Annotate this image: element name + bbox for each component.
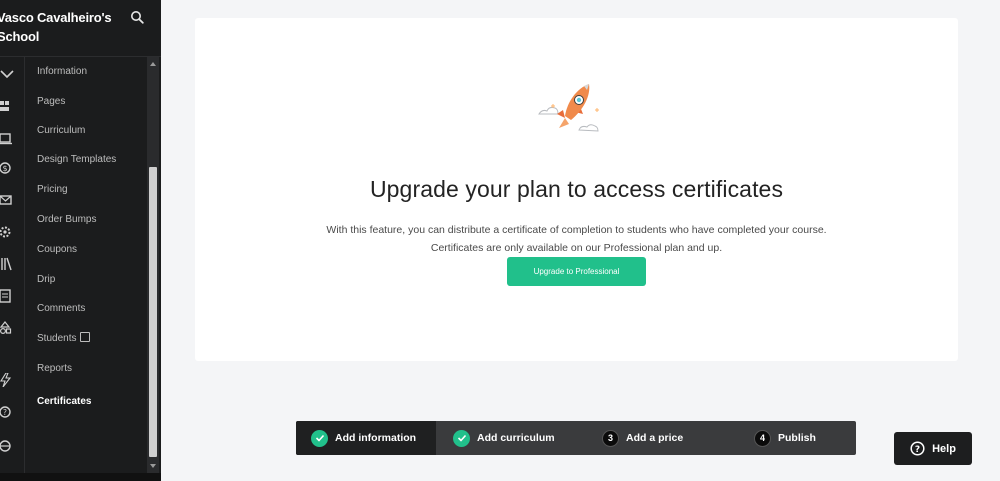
sidebar-scrollbar[interactable]	[147, 57, 159, 473]
lightning-icon[interactable]	[0, 373, 14, 387]
sidebar-bottom-bar	[0, 473, 161, 481]
lock-icon[interactable]	[0, 439, 14, 453]
nav-item-information[interactable]: Information	[37, 65, 87, 79]
nav-item-design-templates[interactable]: Design Templates	[37, 153, 116, 167]
course-nav: Information Pages Curriculum Design Temp…	[25, 57, 147, 481]
main-content: Upgrade your plan to access certificates…	[161, 0, 1000, 481]
scroll-thumb[interactable]	[149, 167, 157, 457]
nav-item-order-bumps[interactable]: Order Bumps	[37, 213, 96, 227]
library-icon[interactable]	[0, 257, 14, 271]
nav-item-students-label: Students	[37, 333, 77, 344]
settings-icon[interactable]	[0, 225, 14, 239]
external-link-icon	[80, 332, 91, 342]
step-label: Add a price	[626, 432, 684, 444]
nav-item-comments[interactable]: Comments	[37, 302, 85, 316]
svg-text:?: ?	[3, 408, 7, 417]
help-button[interactable]: ? Help	[894, 432, 972, 465]
nav-item-reports[interactable]: Reports	[37, 362, 72, 376]
step-add-curriculum[interactable]: Add curriculum	[453, 421, 555, 455]
card-description-line-1: With this feature, you can distribute a …	[326, 224, 827, 236]
chevron-down-icon[interactable]	[0, 67, 14, 81]
nav-item-curriculum[interactable]: Curriculum	[37, 124, 85, 138]
svg-text:$: $	[2, 164, 7, 173]
school-name[interactable]: Vasco Cavalheiro's School	[0, 8, 112, 46]
help-label: Help	[932, 442, 956, 455]
help-circle-icon: ?	[910, 441, 925, 456]
svg-text:?: ?	[915, 445, 920, 455]
nav-item-coupons[interactable]: Coupons	[37, 243, 77, 257]
dashboard-icon[interactable]	[0, 99, 14, 113]
step-add-information[interactable]: Add information	[296, 421, 436, 455]
upgrade-card: Upgrade your plan to access certificates…	[195, 18, 958, 361]
scroll-down-icon[interactable]	[150, 463, 156, 469]
email-icon[interactable]	[0, 193, 14, 207]
scroll-up-icon[interactable]	[150, 61, 156, 67]
nav-item-pages[interactable]: Pages	[37, 95, 65, 109]
step-label: Add curriculum	[477, 432, 555, 444]
step-publish[interactable]: 4 Publish	[754, 421, 816, 455]
step-label: Add information	[335, 432, 417, 444]
card-title: Upgrade your plan to access certificates	[369, 176, 784, 202]
step-number-badge: 4	[754, 429, 771, 447]
sales-icon[interactable]: $	[0, 161, 14, 175]
step-add-a-price[interactable]: 3 Add a price	[602, 421, 683, 455]
reports-icon[interactable]	[0, 289, 14, 303]
upgrade-to-professional-button[interactable]: Upgrade to Professional	[507, 257, 646, 286]
courses-icon[interactable]	[0, 131, 14, 145]
sidebar: Vasco Cavalheiro's School $ ? Informatio…	[0, 0, 161, 481]
nav-item-certificates[interactable]: Certificates	[37, 395, 91, 409]
card-description-line-2: Certificates are only available on our P…	[430, 242, 723, 254]
nav-item-pricing[interactable]: Pricing	[37, 183, 68, 197]
card-description: With this feature, you can distribute a …	[195, 221, 958, 257]
icon-rail: $ ?	[0, 57, 25, 481]
nav-item-students[interactable]: Students	[37, 332, 91, 346]
school-header: Vasco Cavalheiro's School	[0, 0, 161, 57]
users-icon[interactable]	[0, 321, 14, 335]
check-icon	[311, 429, 328, 447]
help-circle-icon[interactable]: ?	[0, 405, 14, 419]
course-stepper: Add information Add curriculum 3 Add a p…	[296, 421, 856, 455]
search-icon[interactable]	[130, 10, 144, 24]
rocket-illustration	[538, 84, 599, 132]
nav-item-drip[interactable]: Drip	[37, 273, 55, 287]
check-icon	[453, 429, 470, 447]
step-label: Publish	[778, 432, 816, 444]
step-number-badge: 3	[602, 429, 619, 447]
